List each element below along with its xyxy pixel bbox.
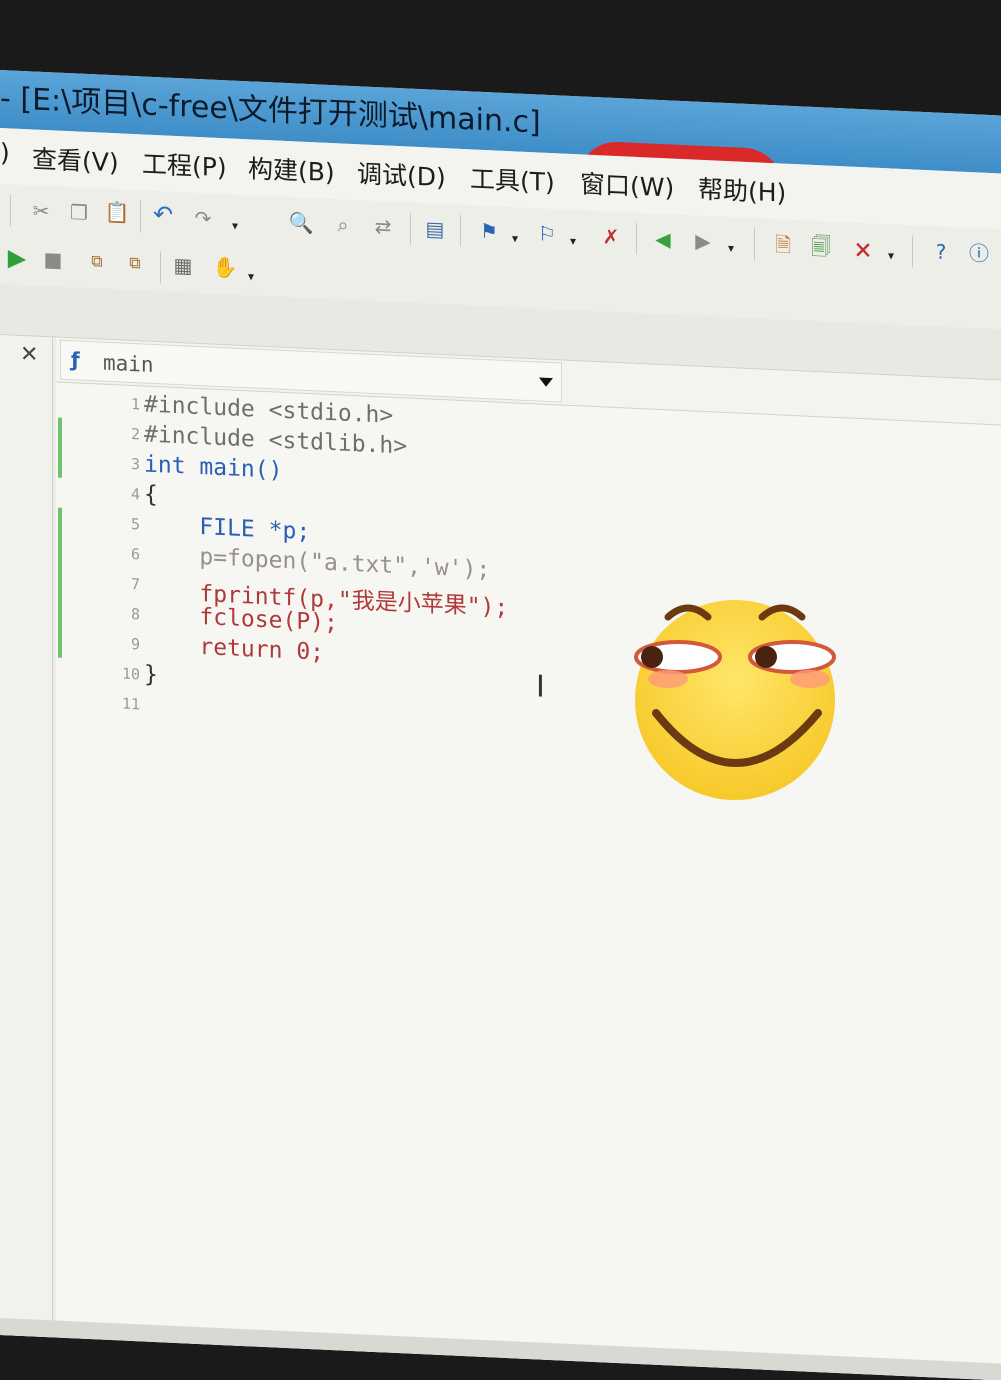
menu-tools[interactable]: 工具(T)	[470, 159, 555, 199]
build-icon[interactable]: ⧉	[122, 250, 148, 277]
line-number: 9	[130, 634, 140, 654]
menu-debug[interactable]: 调试(D)	[357, 154, 446, 194]
close-file-icon[interactable]: 🗙	[850, 235, 876, 262]
line-number: 7	[130, 574, 140, 594]
compile-icon[interactable]: ⧉	[84, 248, 110, 275]
line-number: 4	[130, 484, 140, 504]
find-icon[interactable]: 🔍	[288, 209, 314, 236]
new-file-icon[interactable]: 🗎	[770, 231, 796, 258]
line-number: 6	[130, 544, 140, 564]
redo-icon[interactable]: ↷	[190, 205, 216, 232]
menu-build[interactable]: 构建(B)	[248, 149, 335, 189]
text-cursor-icon: I	[536, 669, 545, 705]
find-next-icon[interactable]: ⌕	[330, 211, 356, 238]
chevron-down-icon[interactable]: ▾	[560, 227, 586, 254]
code-editor[interactable]: ƒ main 1 #include <stdio.h> 2 #include <…	[56, 337, 1001, 1380]
chevron-down-icon[interactable]: ▾	[878, 242, 904, 269]
menu-project[interactable]: 工程(P)	[142, 144, 227, 184]
help-icon[interactable]: ?	[928, 238, 954, 265]
goto-icon[interactable]: ▤	[422, 215, 448, 242]
menu-window[interactable]: 窗口(W)	[580, 164, 674, 204]
line-number: 8	[130, 604, 140, 624]
line-number: 5	[130, 514, 140, 534]
menu-edit[interactable]: )	[0, 138, 10, 167]
bookmark-next-icon[interactable]: ⚐	[534, 220, 560, 247]
save-icon[interactable]: 🗐	[808, 233, 834, 260]
run-icon[interactable]: ▶	[4, 243, 30, 272]
chevron-down-icon[interactable]: ▾	[222, 212, 248, 239]
stop-icon[interactable]: ■	[40, 246, 66, 273]
cut-icon[interactable]: ✂	[28, 197, 54, 224]
line-number: 2	[130, 424, 140, 444]
chevron-down-icon[interactable]: ▾	[718, 235, 744, 262]
side-panel: ✕	[0, 335, 53, 1338]
code-text: return 0;	[144, 631, 325, 666]
bookmark-clear-icon[interactable]: ✗	[598, 223, 624, 250]
app-window: - [E:\项目\c-free\文件打开测试\main.c] ) 查看(V) 工…	[0, 70, 1001, 1380]
code-line: 11	[56, 688, 167, 723]
line-number: 3	[130, 454, 140, 474]
back-icon[interactable]: ◀	[650, 226, 676, 253]
undo-icon[interactable]: ↶	[150, 200, 176, 229]
bookmark-icon[interactable]: ⚑	[476, 218, 502, 245]
line-number: 1	[130, 394, 140, 414]
menu-help[interactable]: 帮助(H)	[698, 170, 786, 210]
chevron-down-icon[interactable]: ▾	[502, 225, 528, 252]
close-icon[interactable]: ✕	[20, 342, 38, 368]
code-text: int main()	[144, 451, 283, 484]
smirking-face-emoji	[634, 600, 836, 800]
function-selector-value: main	[103, 350, 154, 377]
code-text: FILE *p;	[144, 511, 311, 546]
rebuild-icon[interactable]: ▦	[170, 252, 196, 279]
menu-view[interactable]: 查看(V)	[32, 139, 119, 179]
line-number: 10	[121, 664, 140, 684]
hand-icon[interactable]: ✋	[212, 254, 238, 281]
code-text: }	[144, 661, 158, 689]
forward-icon[interactable]: ▶	[690, 227, 716, 254]
paste-icon[interactable]: 📋	[104, 199, 130, 226]
chevron-down-icon[interactable]	[539, 377, 553, 388]
info-icon[interactable]: ⓘ	[966, 240, 992, 267]
line-number: 11	[121, 694, 140, 714]
chevron-down-icon[interactable]: ▾	[238, 263, 264, 290]
copy-icon[interactable]: ❐	[66, 199, 92, 226]
function-icon: ƒ	[71, 347, 80, 372]
code-text: {	[144, 481, 158, 509]
replace-icon[interactable]: ⇄	[370, 213, 396, 240]
